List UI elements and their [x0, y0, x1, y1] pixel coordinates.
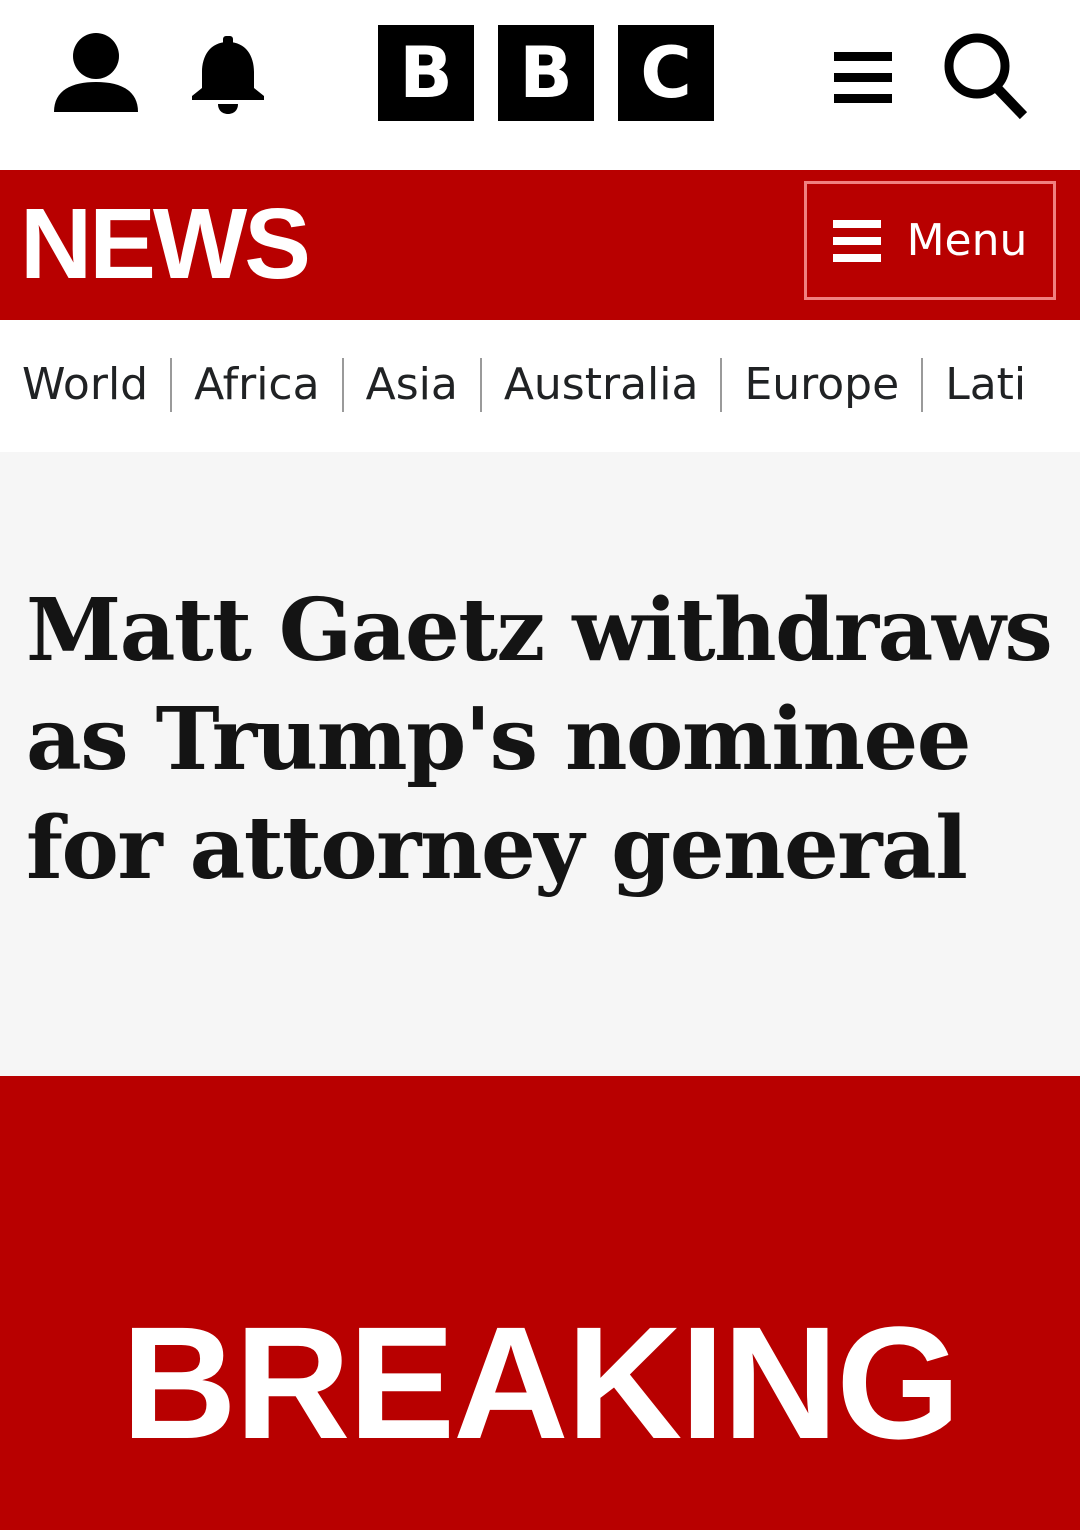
- nav-item-australia[interactable]: Australia: [504, 358, 699, 412]
- menu-label: Menu: [906, 214, 1028, 266]
- nav-item-latin-america[interactable]: Lati: [945, 358, 1026, 412]
- nav-divider: [720, 358, 723, 412]
- nav-divider: [170, 358, 173, 412]
- news-logo[interactable]: NEWS: [20, 188, 311, 300]
- region-nav: World Africa Asia Australia Europe Lati: [0, 320, 1080, 452]
- nav-item-world[interactable]: World: [22, 358, 148, 412]
- nav-item-asia[interactable]: Asia: [366, 358, 458, 412]
- search-button[interactable]: [942, 30, 1028, 120]
- headline-area: Matt Gaetz withdraws as Trump's nominee …: [0, 452, 1080, 1076]
- notifications-button[interactable]: [186, 34, 270, 118]
- account-button[interactable]: [50, 26, 142, 118]
- breaking-label: BREAKING: [121, 1293, 960, 1472]
- logo-letter-c: C: [618, 25, 714, 121]
- nav-item-africa[interactable]: Africa: [194, 358, 320, 412]
- logo-letter-b1: B: [378, 25, 474, 121]
- bbc-logo[interactable]: B B C: [378, 25, 716, 121]
- nav-divider: [479, 358, 482, 412]
- article-headline: Matt Gaetz withdraws as Trump's nominee …: [26, 580, 1053, 899]
- news-bar: NEWS Menu: [0, 170, 1080, 320]
- more-menu-button[interactable]: [832, 46, 896, 110]
- account-icon: [54, 33, 138, 112]
- search-icon: [944, 33, 1028, 120]
- top-bar: B B C: [0, 0, 1080, 170]
- nav-divider: [341, 358, 344, 412]
- region-nav-track: World Africa Asia Australia Europe Lati: [22, 358, 1026, 412]
- hamburger-icon: [834, 52, 892, 103]
- hamburger-icon: [832, 219, 881, 262]
- bell-icon: [192, 36, 264, 114]
- nav-item-europe[interactable]: Europe: [744, 358, 899, 412]
- nav-divider: [921, 358, 924, 412]
- breaking-news-banner: BREAKING: [0, 1076, 1080, 1530]
- menu-button[interactable]: Menu: [804, 181, 1056, 300]
- logo-letter-b2: B: [498, 25, 594, 121]
